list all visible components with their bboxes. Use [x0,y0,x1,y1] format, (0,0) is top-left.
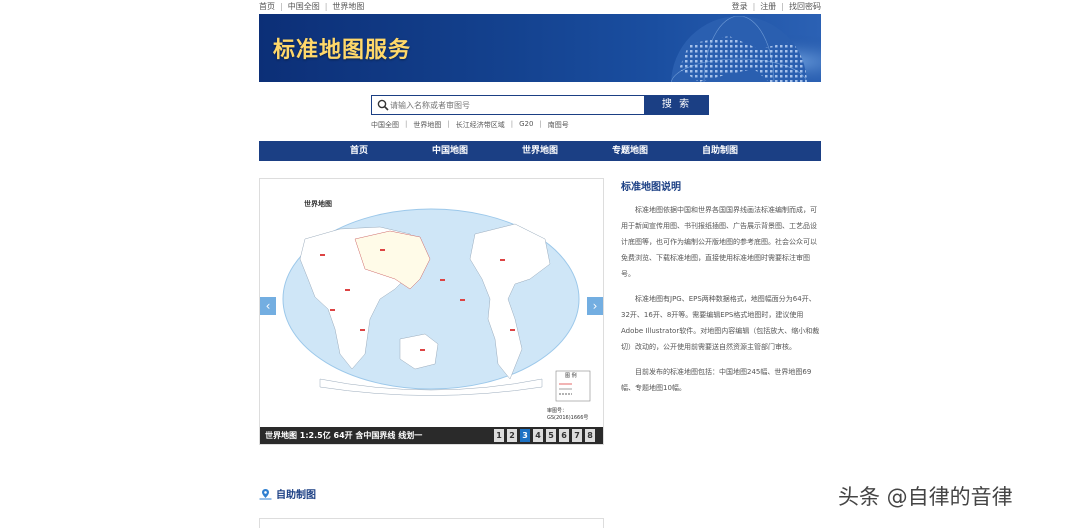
divider: | [447,120,450,128]
search-box [371,95,645,115]
page-dot-3[interactable]: 3 [520,429,530,442]
legend-title: 图 例 [565,373,577,379]
main-nav: 首页 中国地图 世界地图 专题地图 自助制图 [259,141,821,161]
map-pin-icon [259,488,272,499]
self-mapping-label[interactable]: 自助制图 [276,486,316,501]
quick-links: 中国全图 | 世界地图 | 长江经济带区域 | G20 | 南图号 [371,120,569,130]
divider: | [539,120,542,128]
description-paragraph: 标准地图有JPG、EPS两种数据格式，地图幅面分为64开、32开、16开、8开等… [621,295,820,351]
nav-item-home[interactable]: 首页 [350,141,368,161]
page-dot-6[interactable]: 6 [559,429,569,442]
search-icon [377,99,389,111]
banner-title: 标准地图服务 [273,38,412,63]
banner: 标准地图服务 [259,14,821,82]
top-link-home[interactable]: 首页 [259,0,275,13]
divider: | [405,120,408,128]
self-mapping-section: 自助制图 [259,486,316,501]
forgot-password-link[interactable]: 找回密码 [789,0,821,13]
divider: | [324,2,328,11]
quick-link-g20[interactable]: G20 [519,120,533,130]
login-link[interactable]: 登录 [732,0,748,13]
description-heading: 标准地图说明 [621,182,681,193]
quick-link-china[interactable]: 中国全图 [371,120,399,130]
quick-link-yangtze[interactable]: 长江经济带区域 [456,120,505,130]
standard-map-description: 标准地图说明 标准地图依据中国和世界各国国界线画法标准编制而成，可用于新闻宣传用… [621,178,821,396]
map-carousel: 世界地图 图 例 审图号：GS(2016)1666号 ‹ › 世界地图 1:2.… [259,178,604,445]
page-dot-7[interactable]: 7 [572,429,582,442]
prev-arrow-icon[interactable]: ‹ [260,297,276,315]
search-bar: 搜 索 [371,95,709,115]
quick-link-world[interactable]: 世界地图 [413,120,441,130]
page-dot-2[interactable]: 2 [507,429,517,442]
divider: | [280,2,283,11]
description-paragraph: 目前发布的标准地图包括：中国地图245幅、世界地图69幅、专题地图10幅。 [621,368,812,392]
page-dot-4[interactable]: 4 [533,429,543,442]
divider: | [510,120,514,128]
top-right-links: 登录 | 注册 | 找回密码 [732,0,821,13]
page-dot-5[interactable]: 5 [546,429,556,442]
map-title: 世界地图 [304,200,332,208]
top-bar: 首页 | 中国全图 | 世界地图 登录 | 注册 | 找回密码 [259,0,821,13]
nav-item-thematic-map[interactable]: 专题地图 [612,141,648,161]
map-caption-bar: 世界地图 1:2.5亿 64开 含中国界线 线划一 1 2 3 4 5 6 7 … [260,427,603,444]
nav-item-china-map[interactable]: 中国地图 [432,141,468,161]
nav-item-world-map[interactable]: 世界地图 [522,141,558,161]
search-input[interactable] [390,97,640,113]
world-map-image[interactable] [260,179,603,427]
map-caption: 世界地图 1:2.5亿 64开 含中国界线 线划一 [265,431,423,440]
register-link[interactable]: 注册 [760,0,776,13]
divider: | [752,2,756,11]
top-link-china-map[interactable]: 中国全图 [288,0,320,13]
search-button[interactable]: 搜 索 [644,95,709,115]
top-link-world-map[interactable]: 世界地图 [332,0,364,13]
approval-number: 审图号：GS(2016)1666号 [547,408,589,421]
description-paragraph: 标准地图依据中国和世界各国国界线画法标准编制而成，可用于新闻宣传用图、书刊报纸插… [621,206,817,278]
page-dot-8[interactable]: 8 [585,429,595,442]
quick-link-approval[interactable]: 南图号 [548,120,569,130]
divider: | [781,2,784,11]
nav-item-self-mapping[interactable]: 自助制图 [702,141,738,161]
page-dot-1[interactable]: 1 [494,429,504,442]
carousel-pagination: 1 2 3 4 5 6 7 8 [491,429,595,442]
top-left-links: 首页 | 中国全图 | 世界地图 [259,0,364,13]
next-arrow-icon[interactable]: › [587,297,603,315]
watermark: 头条 @自律的音律 [838,485,1013,509]
